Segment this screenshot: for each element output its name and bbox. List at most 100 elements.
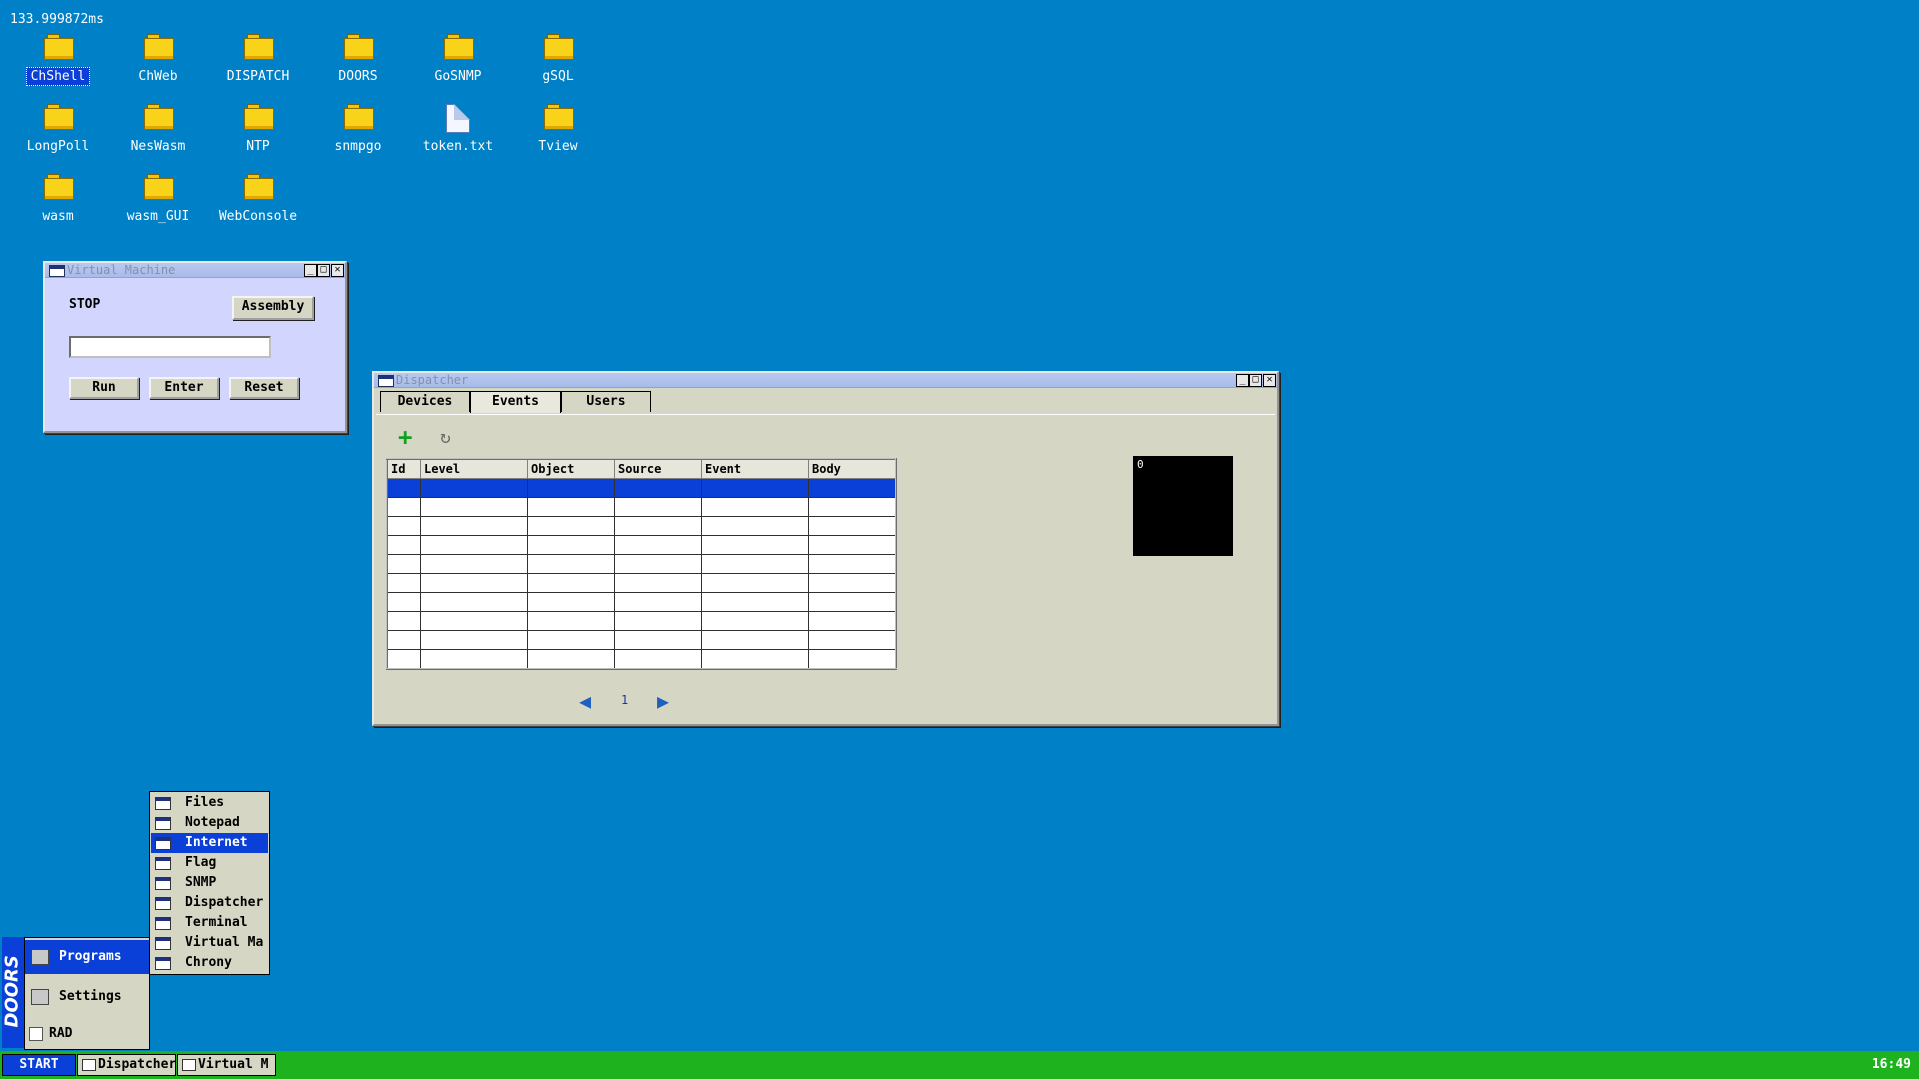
table-cell <box>701 592 809 612</box>
taskbar-item-label: Dispatcher <box>98 1057 176 1072</box>
rad-checkbox[interactable] <box>29 1026 43 1041</box>
virtual-machine-window[interactable]: Virtual Machine _ □ ✕ STOP Assembly Run … <box>43 261 347 433</box>
reset-button[interactable]: Reset <box>229 377 299 399</box>
table-row[interactable] <box>387 630 897 650</box>
desktop-icon-label: ChShell <box>25 67 91 86</box>
table-cell <box>420 649 528 670</box>
desktop-icon-label: LongPoll <box>26 139 90 154</box>
run-button[interactable]: Run <box>69 377 139 399</box>
table-row[interactable] <box>387 497 897 517</box>
table-cell <box>808 516 897 536</box>
prev-page-icon[interactable]: ◀ <box>579 689 599 713</box>
minimize-icon[interactable]: _ <box>304 264 317 277</box>
programs-submenu: Files Notepad Internet Flag SNMP Dispatcher Te… <box>149 791 270 975</box>
programs-item[interactable]: Virtual Ma <box>151 933 268 953</box>
settings-icon <box>31 989 49 1005</box>
desktop-icon[interactable]: GoSNMP <box>410 34 506 100</box>
taskbar-item-label: Virtual M <box>198 1057 269 1072</box>
desktop-icon[interactable]: wasm_GUI <box>110 174 206 240</box>
desktop-icon[interactable]: DISPATCH <box>210 34 306 100</box>
folder-icon <box>144 104 174 130</box>
programs-item[interactable]: Internet <box>151 833 268 853</box>
assembly-button[interactable]: Assembly <box>232 296 314 320</box>
desktop-icon[interactable]: gSQL <box>510 34 606 100</box>
window-icon <box>155 957 171 970</box>
table-row[interactable] <box>387 478 897 498</box>
programs-item[interactable]: Terminal <box>151 913 268 933</box>
dispatcher-titlebar[interactable]: Dispatcher _ □ ✕ <box>374 373 1277 388</box>
desktop-icon[interactable]: snmpgo <box>310 104 406 170</box>
taskbar-item-dispatcher[interactable]: Dispatcher <box>77 1054 176 1076</box>
next-page-icon[interactable]: ▶ <box>657 689 677 713</box>
programs-item[interactable]: Flag <box>151 853 268 873</box>
column-header[interactable]: Source <box>614 458 702 479</box>
table-cell <box>387 611 421 631</box>
programs-item-label: Flag <box>185 855 217 870</box>
table-cell <box>614 478 702 498</box>
table-row[interactable] <box>387 516 897 536</box>
close-icon[interactable]: ✕ <box>1263 374 1276 387</box>
start-menu: Programs Settings RAD <box>24 937 150 1050</box>
table-cell <box>701 630 809 650</box>
start-menu-programs[interactable]: Programs <box>25 940 149 974</box>
table-row[interactable] <box>387 592 897 612</box>
column-header[interactable]: Body <box>808 458 897 479</box>
programs-item[interactable]: Dispatcher <box>151 893 268 913</box>
desktop-icon[interactable]: LongPoll <box>10 104 106 170</box>
dispatcher-window[interactable]: Dispatcher _ □ ✕ Devices Events Users + … <box>372 371 1279 726</box>
column-header[interactable]: Id <box>386 458 421 479</box>
table-row[interactable] <box>387 649 897 670</box>
table-row[interactable] <box>387 573 897 593</box>
desktop-icon[interactable]: token.txt <box>410 104 506 170</box>
desktop-icon[interactable]: WebConsole <box>210 174 306 240</box>
folder-icon <box>344 104 374 130</box>
rad-toggle[interactable]: RAD <box>29 1026 72 1041</box>
table-cell <box>387 478 421 498</box>
programs-item[interactable]: Files <box>151 793 268 813</box>
programs-item[interactable]: Notepad <box>151 813 268 833</box>
programs-item[interactable]: SNMP <box>151 873 268 893</box>
table-cell <box>701 611 809 631</box>
start-button[interactable]: START <box>2 1054 76 1076</box>
tab-devices[interactable]: Devices <box>380 391 470 412</box>
desktop-icon[interactable]: DOORS <box>310 34 406 100</box>
table-cell <box>701 497 809 517</box>
table-cell <box>527 649 615 670</box>
frame-time-label: 133.999872ms <box>10 12 104 27</box>
table-row[interactable] <box>387 611 897 631</box>
taskbar: START Dispatcher Virtual M 16:49 <box>0 1051 1919 1079</box>
vm-input[interactable] <box>69 336 271 358</box>
page-number[interactable]: 1 <box>621 693 628 707</box>
desktop-icon[interactable]: NTP <box>210 104 306 170</box>
table-row[interactable] <box>387 535 897 555</box>
maximize-icon[interactable]: □ <box>1249 374 1262 387</box>
enter-button[interactable]: Enter <box>149 377 219 399</box>
start-menu-settings[interactable]: Settings <box>25 980 149 1014</box>
refresh-icon[interactable]: ↻ <box>440 427 451 448</box>
table-header: Id Level Object Source Event Body <box>386 458 897 479</box>
column-header[interactable]: Event <box>701 458 809 479</box>
desktop-icon[interactable]: ChWeb <box>110 34 206 100</box>
pagination: ◀ 1 ▶ <box>579 689 689 713</box>
programs-item[interactable]: Chrony <box>151 953 268 973</box>
tab-events[interactable]: Events <box>470 391 561 413</box>
taskbar-item-virtual-machine[interactable]: Virtual M <box>177 1054 276 1076</box>
desktop-icon[interactable]: wasm <box>10 174 106 240</box>
column-header[interactable]: Object <box>527 458 615 479</box>
column-header[interactable]: Level <box>420 458 528 479</box>
tab-users[interactable]: Users <box>561 391 651 412</box>
desktop-icon[interactable]: Tview <box>510 104 606 170</box>
maximize-icon[interactable]: □ <box>317 264 330 277</box>
desktop-icon[interactable]: ChShell <box>10 34 106 100</box>
table-cell <box>527 535 615 555</box>
vm-titlebar[interactable]: Virtual Machine _ □ ✕ <box>45 263 345 278</box>
desktop-icon[interactable]: NesWasm <box>110 104 206 170</box>
plus-icon[interactable]: + <box>398 423 412 451</box>
minimize-icon[interactable]: _ <box>1236 374 1249 387</box>
close-icon[interactable]: ✕ <box>331 264 344 277</box>
table-cell <box>701 554 809 574</box>
table-cell <box>420 630 528 650</box>
table-row[interactable] <box>387 554 897 574</box>
table-cell <box>701 649 809 670</box>
table-cell <box>701 516 809 536</box>
